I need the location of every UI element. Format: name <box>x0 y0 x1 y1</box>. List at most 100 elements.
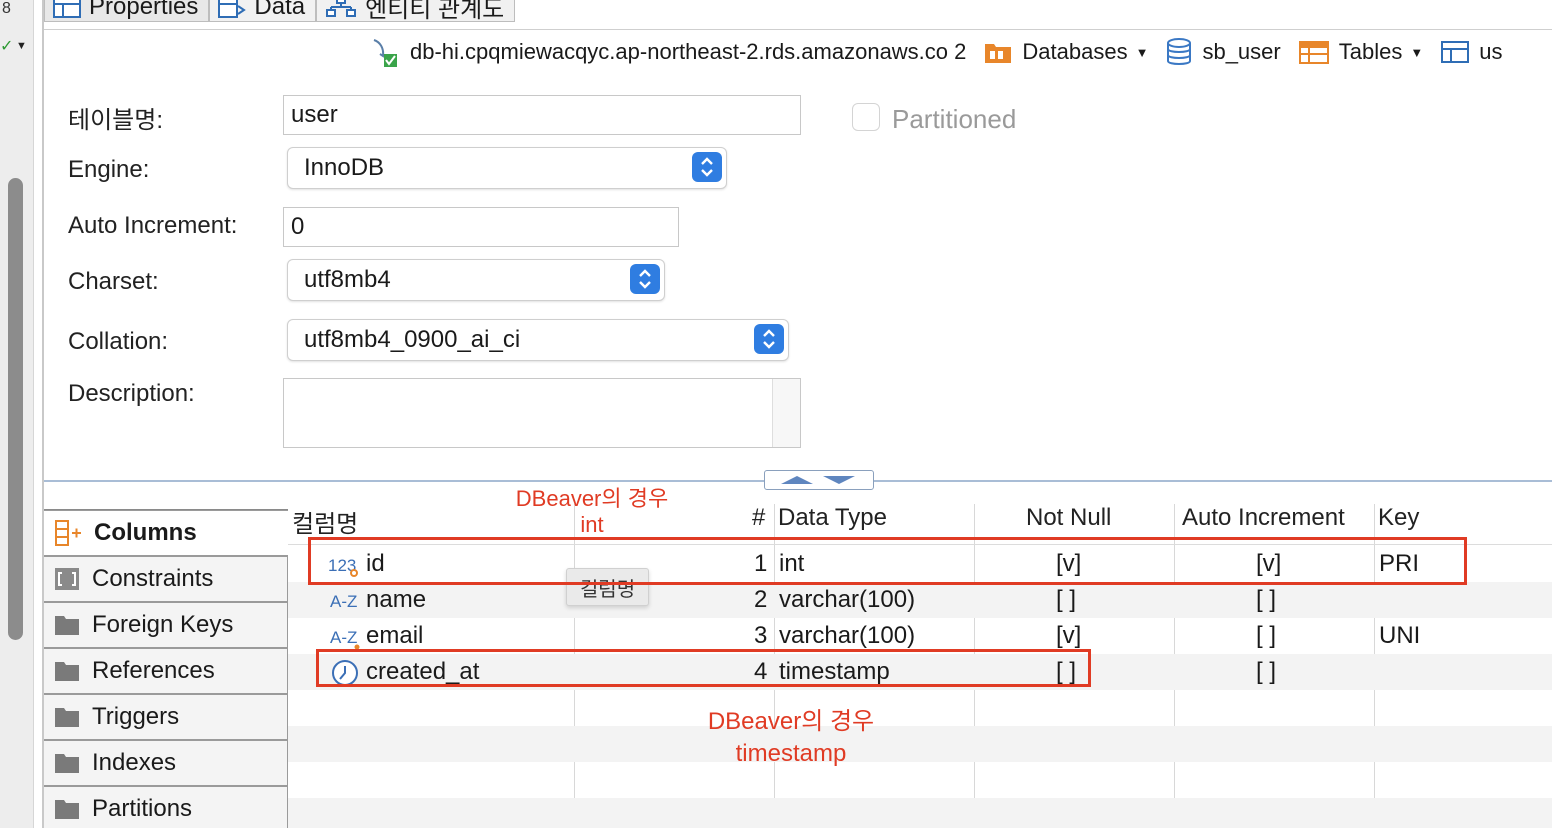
cell-ordinal: 3 <box>754 622 768 649</box>
breadcrumb-connection-label: db-hi.cpqmiewacqyc.ap-northeast-2.rds.am… <box>410 39 967 64</box>
annotation-note-timestamp-line2: timestamp <box>735 740 847 767</box>
side-tab-foreign-keys-label: Foreign Keys <box>92 611 234 638</box>
partitioned-checkbox[interactable] <box>852 103 880 131</box>
header-data-type[interactable]: Data Type <box>778 504 887 532</box>
tab-er-diagram[interactable]: 엔티티 관계도 <box>316 0 516 23</box>
breadcrumb-table[interactable]: us <box>1441 39 1502 65</box>
breadcrumb-tables[interactable]: Tables ▼ <box>1298 39 1423 65</box>
cell-not-null[interactable]: [v] <box>1056 622 1081 650</box>
engine-select[interactable]: InnoDB <box>287 147 727 189</box>
mysql-connection-icon <box>373 39 397 67</box>
folder-icon <box>55 708 79 727</box>
property-side-tabs: Columns Constraints Foreign Keys Referen… <box>44 490 288 828</box>
side-tab-triggers[interactable]: Triggers <box>44 694 288 740</box>
charset-label: Charset: <box>68 268 159 295</box>
tab-properties-label: Properties <box>89 0 199 20</box>
svg-text:A-Z: A-Z <box>330 628 357 647</box>
side-tab-indexes-label: Indexes <box>92 749 177 776</box>
folder-icon <box>55 800 79 819</box>
database-icon <box>1167 38 1192 65</box>
data-icon <box>218 0 247 18</box>
breadcrumb-schema[interactable]: sb_user <box>1166 38 1281 66</box>
table-name-label: 테이블명: <box>68 107 163 134</box>
folder-icon <box>55 662 79 681</box>
tables-dropdown-icon[interactable]: ▼ <box>1410 45 1423 60</box>
databases-dropdown-icon[interactable]: ▼ <box>1136 45 1149 60</box>
header-column-name[interactable]: 컬럼명 <box>292 504 358 539</box>
cell-not-null[interactable]: [ ] <box>1056 586 1076 614</box>
text-column-icon: A-Z <box>330 628 360 650</box>
engine-value: InnoDB <box>304 154 385 181</box>
description-label: Description: <box>68 380 195 407</box>
table-name-value: user <box>291 101 338 128</box>
tab-data[interactable]: Data <box>209 0 317 22</box>
auto-increment-label: Auto Increment: <box>68 212 238 239</box>
side-tab-columns[interactable]: Columns <box>44 510 288 556</box>
header-key[interactable]: Key <box>1378 504 1419 532</box>
breadcrumb-tables-label: Tables <box>1338 39 1403 64</box>
charset-select[interactable]: utf8mb4 <box>287 259 665 301</box>
vertical-scrollbar[interactable] <box>8 178 23 640</box>
cell-auto-increment[interactable]: [ ] <box>1256 586 1276 614</box>
properties-table-icon <box>53 0 81 18</box>
side-tab-foreign-keys[interactable]: Foreign Keys <box>44 602 288 648</box>
side-tab-triggers-label: Triggers <box>92 703 180 730</box>
breadcrumb-databases[interactable]: Databases ▼ <box>984 39 1148 65</box>
collation-value: utf8mb4_0900_ai_ci <box>304 326 521 353</box>
cell-data-type: varchar(100) <box>779 622 916 649</box>
annotation-note-int-line2: int <box>580 512 604 537</box>
annotation-note-timestamp-line1: DBeaver의 경우 <box>707 708 875 735</box>
charset-value: utf8mb4 <box>304 266 391 293</box>
editor-tabs: Properties Data 엔티티 관계도 <box>44 0 516 30</box>
svg-text:A-Z: A-Z <box>330 592 357 611</box>
side-tab-partitions[interactable]: Partitions <box>44 786 288 828</box>
header-auto-increment[interactable]: Auto Increment <box>1182 504 1345 532</box>
panel-splitter-handle[interactable] <box>764 470 874 490</box>
cell-name: name <box>366 586 427 613</box>
side-tab-indexes[interactable]: Indexes <box>44 740 288 786</box>
text-column-icon: A-Z <box>330 592 357 611</box>
cell-auto-increment[interactable]: [ ] <box>1256 658 1276 686</box>
tab-underline <box>44 29 1552 30</box>
annotation-box-id-row <box>308 537 1467 585</box>
table-row[interactable]: A-Z name 2 varchar(100) [ ] [ ] <box>288 582 1552 618</box>
description-scrollbar[interactable] <box>772 379 800 447</box>
collation-label: Collation: <box>68 328 169 355</box>
cell-auto-increment[interactable]: [ ] <box>1256 622 1276 650</box>
breadcrumb-connection[interactable]: db-hi.cpqmiewacqyc.ap-northeast-2.rds.am… <box>370 36 966 68</box>
updown-chevron-icon[interactable] <box>754 324 784 354</box>
updown-chevron-icon[interactable] <box>692 152 722 182</box>
side-tab-columns-label: Columns <box>94 519 197 546</box>
gutter-icon: 8 <box>2 0 11 17</box>
columns-icon <box>55 520 81 546</box>
annotation-note-int: DBeaver의 경우 int <box>496 486 688 538</box>
updown-chevron-icon[interactable] <box>630 264 660 294</box>
header-not-null[interactable]: Not Null <box>1026 504 1111 532</box>
auto-increment-value: 0 <box>291 213 305 240</box>
tab-properties[interactable]: Properties <box>44 0 210 22</box>
breadcrumb-databases-label: Databases <box>1022 39 1128 64</box>
side-tab-constraints[interactable]: Constraints <box>44 556 288 602</box>
collapse-expand-icon[interactable] <box>765 471 873 489</box>
side-tab-constraints-label: Constraints <box>92 565 214 592</box>
folder-icon <box>55 754 79 773</box>
check-icon[interactable]: ✓ <box>0 36 13 56</box>
header-ordinal[interactable]: # <box>752 504 765 532</box>
annotation-box-created-at-row <box>316 649 1091 687</box>
empty-row <box>288 726 1552 762</box>
side-tab-references[interactable]: References <box>44 648 288 694</box>
empty-row <box>288 798 1552 828</box>
cell-ordinal: 2 <box>754 586 768 613</box>
cell-key: UNI <box>1379 622 1421 649</box>
cell-name: email <box>366 622 424 649</box>
table-icon <box>1441 41 1470 63</box>
auto-increment-field[interactable]: 0 <box>283 207 679 247</box>
table-name-field[interactable]: user <box>283 95 801 135</box>
collation-select[interactable]: utf8mb4_0900_ai_ci <box>287 319 789 361</box>
dropdown-arrow-icon[interactable]: ▼ <box>16 40 27 52</box>
side-tab-partitions-label: Partitions <box>92 795 193 822</box>
description-textarea[interactable] <box>283 378 801 448</box>
tab-er-diagram-label: 엔티티 관계도 <box>365 0 505 23</box>
partitioned-label: Partitioned <box>892 104 1017 134</box>
breadcrumb-table-label: us <box>1479 39 1503 64</box>
